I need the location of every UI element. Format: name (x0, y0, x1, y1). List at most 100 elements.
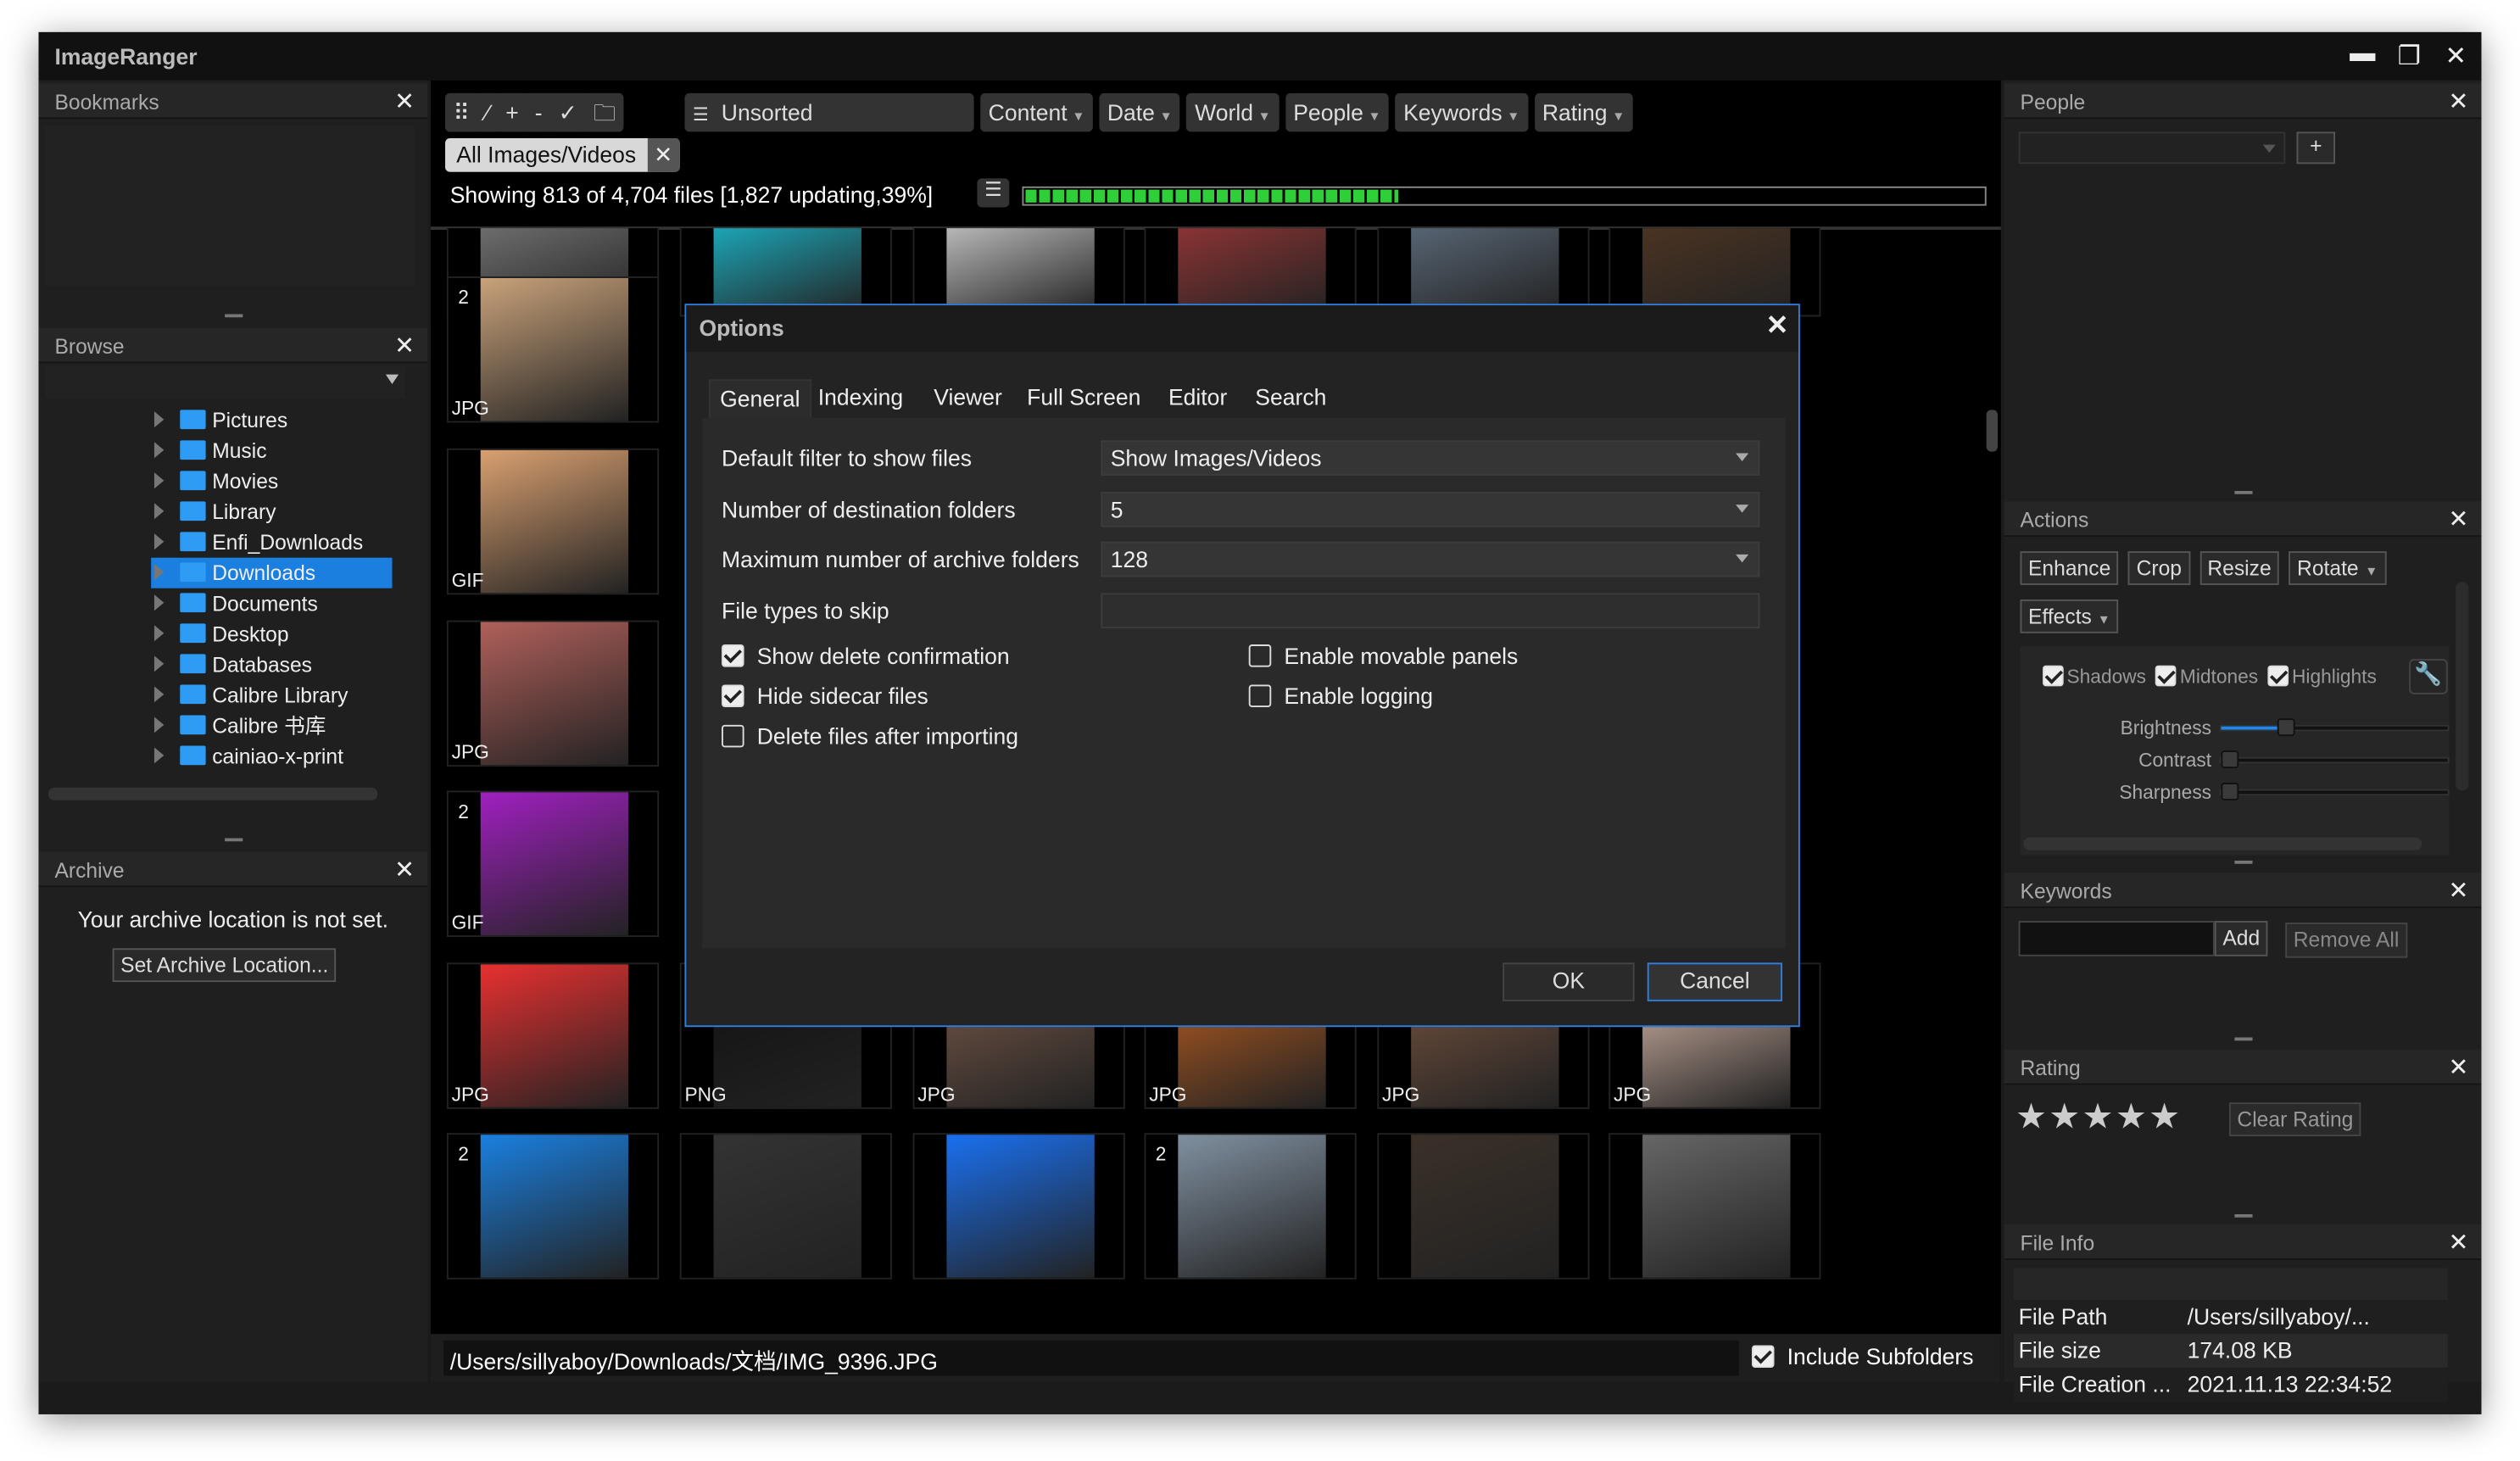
clear-rating-button[interactable]: Clear Rating (2228, 1102, 2361, 1137)
thumbnail[interactable] (1608, 1133, 1821, 1280)
option-checkbox[interactable]: Hide sidecar files (722, 683, 928, 709)
checkbox[interactable] (2267, 665, 2289, 687)
bookmarks-list[interactable] (45, 125, 415, 287)
filter-people-dropdown[interactable]: People ▼ (1285, 92, 1390, 132)
close-icon[interactable]: ✕ (2448, 505, 2468, 533)
checkbox[interactable] (1248, 644, 1272, 667)
folder-item[interactable]: Calibre Library (151, 680, 392, 711)
brightness-slider[interactable] (2219, 718, 2450, 737)
checkbox[interactable] (722, 644, 744, 667)
slider-handle[interactable] (2221, 750, 2239, 769)
grid-view-icon[interactable]: ⠿ (445, 92, 478, 132)
slider-handle[interactable] (2277, 718, 2295, 737)
option-checkbox[interactable]: Enable logging (1248, 683, 1433, 709)
resize-handle[interactable]: ▪▪▪▪▪▪ (2004, 1032, 2482, 1046)
thumbnail[interactable]: 2 JPG (446, 276, 660, 423)
option-checkbox[interactable]: Show delete confirmation (722, 643, 1010, 668)
midtones-checkbox[interactable]: Midtones (2155, 665, 2258, 688)
checkbox[interactable] (2155, 665, 2177, 687)
folder-item[interactable]: Music (151, 436, 392, 466)
filter-chip[interactable]: All Images/Videos ✕ (445, 138, 679, 172)
thumbnail[interactable] (679, 1133, 892, 1280)
tab-viewer[interactable]: Viewer (924, 379, 1012, 417)
minimize-icon[interactable]: ▬ (2346, 40, 2378, 69)
tab-general[interactable]: General (708, 379, 811, 418)
zoom-out-icon[interactable]: - (527, 92, 551, 132)
expand-arrow-icon[interactable] (153, 533, 164, 550)
tab-editor[interactable]: Editor (1159, 379, 1237, 417)
cancel-button[interactable]: Cancel (1647, 962, 1782, 1001)
field-select[interactable]: 5 (1101, 491, 1760, 527)
star-icon[interactable]: ★ (2116, 1096, 2147, 1138)
select-icon[interactable]: ✓ (550, 92, 586, 132)
thumbnail[interactable] (1377, 1133, 1590, 1280)
star-icon[interactable]: ★ (2082, 1096, 2113, 1138)
checkbox[interactable] (2043, 665, 2064, 687)
close-icon[interactable]: ✕ (394, 855, 415, 884)
filter-rating-dropdown[interactable]: Rating ▼ (1534, 92, 1633, 132)
expand-arrow-icon[interactable] (153, 747, 164, 764)
thumbnail[interactable]: 2 GIF (446, 790, 660, 938)
path-input[interactable]: /Users/sillyaboy/Downloads/文档/IMG_9396.J… (443, 1340, 1739, 1376)
browse-location-select[interactable] (45, 366, 405, 399)
set-archive-location-button[interactable]: Set Archive Location... (112, 948, 337, 983)
horizontal-scrollbar[interactable] (2023, 837, 2422, 850)
ok-button[interactable]: OK (1503, 962, 1635, 1001)
keyword-input[interactable] (2018, 921, 2215, 956)
restore-icon[interactable]: ❐ (2393, 40, 2425, 72)
thumbnail[interactable] (912, 1133, 1125, 1280)
thumbnail[interactable]: 2 (446, 1133, 660, 1280)
star-icon[interactable]: ★ (2015, 1096, 2047, 1138)
actions-scrollbar[interactable] (2456, 582, 2469, 791)
star-icon[interactable]: ★ (2049, 1096, 2080, 1138)
folder-item[interactable]: Downloads (151, 557, 393, 588)
add-keyword-button[interactable]: Add (2214, 921, 2268, 956)
resize-handle[interactable]: ▪▪▪▪▪▪ (2004, 855, 2482, 869)
close-icon[interactable]: ✕ (394, 331, 415, 360)
close-icon[interactable]: ✕ (2448, 86, 2468, 115)
field-select[interactable]: Show Images/Videos (1101, 440, 1760, 477)
folder-tree[interactable]: Pictures Music Movies Library Enfi_Downloads… (151, 405, 393, 772)
tab-indexing[interactable]: Indexing (808, 379, 912, 417)
thumbnail[interactable]: 2 (1144, 1133, 1357, 1280)
folder-item[interactable]: Databases (151, 650, 392, 680)
option-checkbox[interactable]: Delete files after importing (722, 723, 1018, 749)
expand-arrow-icon[interactable] (153, 442, 164, 459)
expand-arrow-icon[interactable] (153, 655, 164, 672)
vertical-scrollbar[interactable] (1986, 410, 1998, 452)
filter-content-dropdown[interactable]: Content ▼ (980, 92, 1093, 132)
resize-handle[interactable]: ▪▪▪▪▪▪ (38, 309, 427, 323)
checkbox[interactable] (1248, 684, 1272, 707)
tab-full-screen[interactable]: Full Screen (1017, 379, 1151, 417)
folder-item[interactable]: Calibre 书库 (151, 711, 392, 741)
folder-item[interactable]: Pictures (151, 405, 392, 436)
thumbnail[interactable]: JPG (446, 620, 660, 767)
resize-handle[interactable]: ▪▪▪▪▪▪ (2004, 1208, 2482, 1223)
option-checkbox[interactable]: Enable movable panels (1248, 643, 1518, 668)
thumbnail[interactable]: JPG (446, 962, 660, 1109)
tab-search[interactable]: Search (1246, 379, 1336, 417)
contrast-slider[interactable] (2219, 750, 2450, 769)
zoom-in-icon[interactable]: + (497, 92, 527, 132)
wrench-icon[interactable]: 🔧 (2409, 659, 2448, 694)
thumbnail[interactable]: GIF (446, 448, 660, 595)
close-icon[interactable]: ✕ (2448, 876, 2468, 905)
expand-arrow-icon[interactable] (153, 625, 164, 642)
expand-arrow-icon[interactable] (153, 686, 164, 703)
remove-all-button[interactable]: Remove All (2285, 922, 2407, 958)
folder-icon[interactable]: 🗀 (585, 92, 624, 132)
resize-handle[interactable]: ▪▪▪▪▪▪ (2004, 485, 2482, 499)
effects-button[interactable]: Effects ▼ (2020, 599, 2119, 633)
shadows-checkbox[interactable]: Shadows (2043, 665, 2146, 688)
include-subfolders-checkbox[interactable]: Include Subfolders (1751, 1344, 1973, 1369)
field-select[interactable]: 128 (1101, 542, 1760, 578)
checkbox[interactable] (722, 724, 744, 748)
edit-icon[interactable]: ∕ (477, 92, 498, 132)
close-icon[interactable]: ✕ (647, 138, 679, 172)
crop-button[interactable]: Crop (2128, 551, 2190, 585)
expand-arrow-icon[interactable] (153, 411, 164, 428)
file-types-input[interactable] (1101, 593, 1760, 629)
close-icon[interactable]: ✕ (394, 86, 415, 115)
star-icon[interactable]: ★ (2149, 1096, 2180, 1138)
expand-arrow-icon[interactable] (153, 503, 164, 520)
